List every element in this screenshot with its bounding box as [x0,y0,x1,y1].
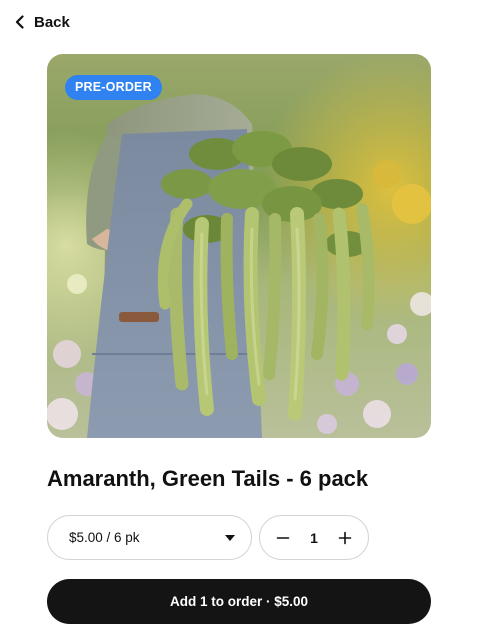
product-image: PRE-ORDER [47,54,431,438]
quantity-value: 1 [310,529,318,546]
caret-down-icon [225,534,235,541]
add-to-order-button[interactable]: Add 1 to order · $5.00 [47,579,431,624]
minus-icon [276,536,290,539]
back-label: Back [34,13,70,31]
pre-order-badge: PRE-ORDER [65,75,162,100]
decrement-button[interactable] [274,529,292,547]
chevron-left-icon [15,15,24,29]
plus-icon [338,531,352,544]
size-select[interactable]: $5.00 / 6 pk [47,515,252,560]
product-title: Amaranth, Green Tails - 6 pack [47,466,369,491]
product-photo [47,54,431,438]
increment-button[interactable] [336,529,354,547]
back-button[interactable]: Back [14,10,70,34]
quantity-stepper: 1 [259,515,369,560]
size-select-value: $5.00 / 6 pk [69,530,140,545]
